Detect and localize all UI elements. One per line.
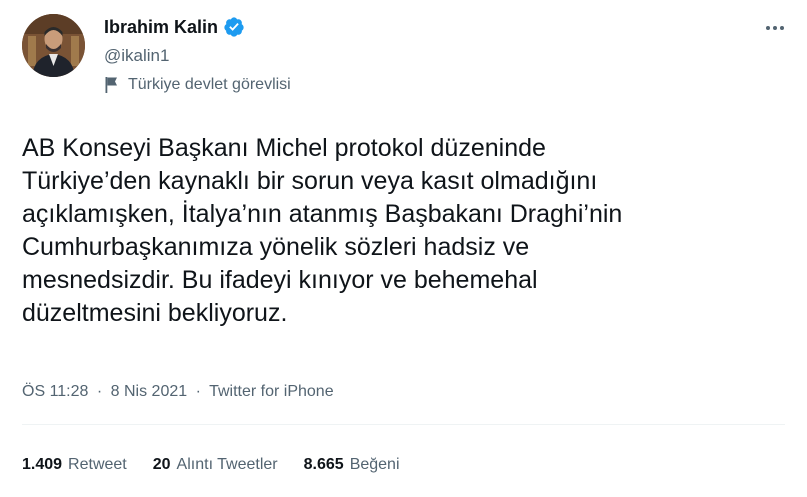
meta-separator: · (96, 383, 103, 400)
like-count[interactable]: 8.665 Beğeni (304, 456, 400, 474)
verified-badge-icon (223, 16, 245, 38)
avatar[interactable] (22, 14, 85, 77)
quote-tweet-label: Alıntı Tweetler (176, 456, 278, 473)
tweet-stats: 1.409 Retweet 20 Alıntı Tweetler 8.665 B… (22, 456, 426, 474)
retweet-label: Retweet (68, 456, 127, 473)
display-name[interactable]: Ibrahim Kalin (104, 17, 218, 38)
quote-tweet-number: 20 (152, 456, 171, 473)
tweet-source[interactable]: Twitter for iPhone (209, 383, 334, 400)
handle[interactable]: @ikalin1 (104, 46, 291, 66)
affiliation-label: Türkiye devlet görevlisi (104, 76, 291, 94)
tweet-meta: ÖS 11:28 · 8 Nis 2021 · Twitter for iPho… (22, 383, 334, 401)
retweet-count[interactable]: 1.409 Retweet (22, 456, 127, 474)
quote-tweet-count[interactable]: 20 Alıntı Tweetler (153, 456, 278, 474)
tweet-detail: Ibrahim Kalin @ikalin1 Türkiye devlet gö… (0, 0, 807, 497)
tweet-text: AB Konseyi Başkanı Michel protokol düzen… (22, 134, 623, 327)
author-block: Ibrahim Kalin @ikalin1 Türkiye devlet gö… (104, 14, 291, 94)
retweet-number: 1.409 (22, 456, 63, 473)
tweet-date[interactable]: 8 Nis 2021 (111, 383, 188, 400)
divider (22, 424, 785, 425)
like-number: 8.665 (303, 456, 344, 473)
like-label: Beğeni (349, 456, 400, 473)
more-options-icon[interactable] (765, 18, 785, 38)
affiliation-text: Türkiye devlet görevlisi (128, 76, 291, 93)
flag-icon (104, 76, 120, 94)
name-row: Ibrahim Kalin (104, 14, 291, 40)
tweet-time[interactable]: ÖS 11:28 (22, 383, 88, 400)
meta-separator: · (195, 383, 201, 400)
